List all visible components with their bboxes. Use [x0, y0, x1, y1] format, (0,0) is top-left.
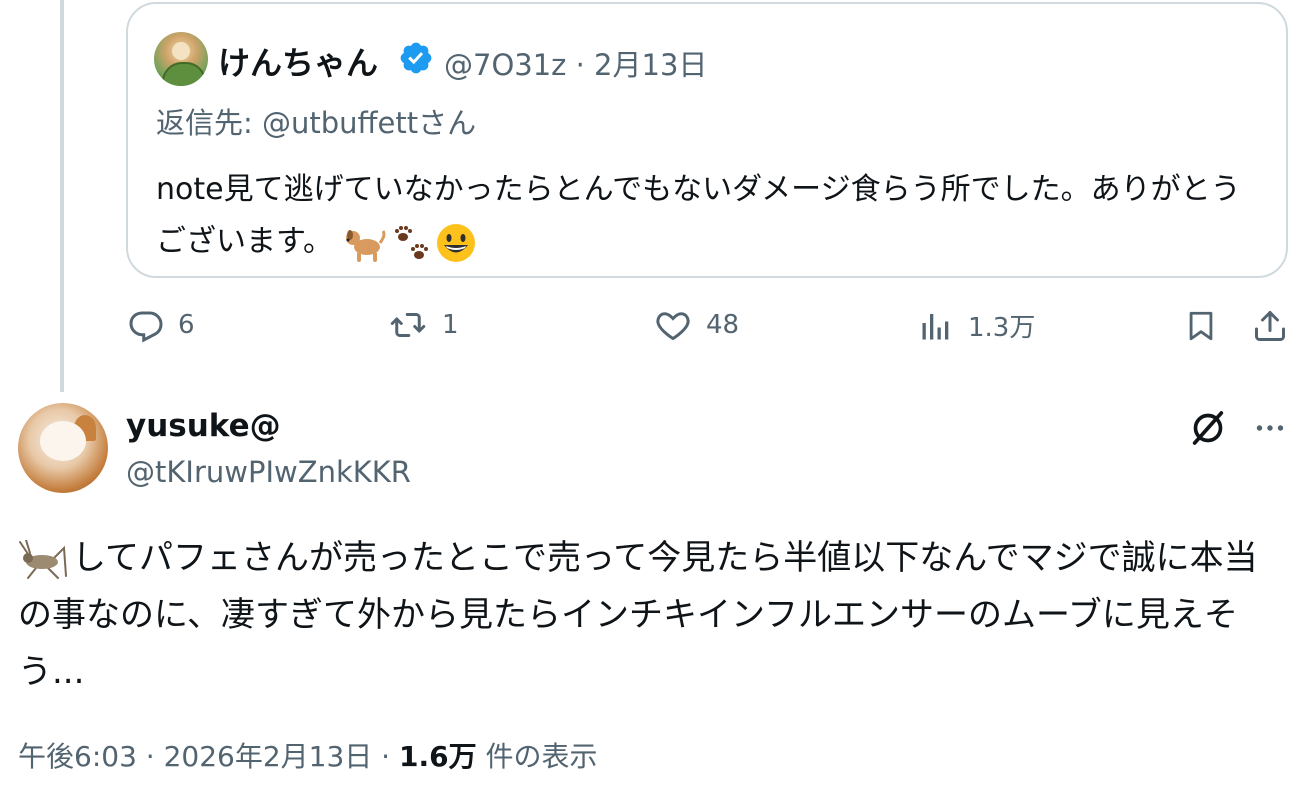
emoji-group — [343, 222, 477, 264]
verified-badge-icon — [400, 42, 432, 74]
views-count: 1.3万 — [968, 313, 1036, 343]
paw-prints-icon — [395, 225, 428, 259]
reply-to-label[interactable]: 返信先: @utbuffettさん — [156, 100, 476, 142]
dog-emoji-icon — [346, 229, 386, 262]
like-button[interactable]: 48 — [654, 307, 739, 343]
action-bar: 6 1 48 1.3万 — [0, 307, 1307, 353]
post-timestamp[interactable]: 午後6:03 · 2026年2月13日 · — [18, 740, 399, 773]
quoted-handle-date[interactable]: @7O31z · 2月13日 — [444, 42, 707, 84]
reply-icon — [129, 311, 163, 343]
post-meta: 午後6:03 · 2026年2月13日 · 1.6万 件の表示 — [18, 735, 598, 775]
like-count: 48 — [706, 310, 740, 340]
author-handle[interactable]: @tKIruwPIwZnkKKR — [126, 455, 411, 489]
quoted-author-name[interactable]: けんちゃん — [218, 38, 378, 84]
bookmark-icon — [1189, 311, 1213, 341]
views-button[interactable]: 1.3万 — [918, 307, 1035, 344]
cricket-emoji-icon — [19, 539, 67, 579]
quoted-author-avatar[interactable] — [154, 32, 208, 86]
post-text: してパフェさんが売ったとこで売って今見たら半値以下なんでマジで誠に本当の事なのに… — [18, 530, 1288, 701]
smiling-face-icon — [437, 223, 475, 262]
share-icon — [1255, 311, 1285, 341]
reply-count: 6 — [178, 310, 195, 340]
reply-button[interactable]: 6 — [128, 307, 195, 343]
share-button[interactable] — [1252, 307, 1288, 345]
author-avatar[interactable] — [18, 403, 108, 493]
more-options-icon[interactable] — [1250, 410, 1290, 446]
quoted-post-text-body: note見て逃げていなかったらとんでもないダメージ食らう所でした。ありがとうござ… — [156, 172, 1241, 259]
heart-icon — [656, 312, 690, 341]
bookmark-button[interactable] — [1184, 307, 1218, 345]
repost-button[interactable]: 1 — [388, 307, 459, 343]
author-name[interactable]: yusuke@ — [126, 408, 281, 444]
post-views-label: 件の表示 — [476, 740, 598, 773]
quoted-post-text: note見て逃げていなかったらとんでもないダメージ食らう所でした。ありがとうござ… — [156, 164, 1256, 268]
analytics-icon — [922, 313, 949, 339]
repost-count: 1 — [442, 310, 459, 340]
quoted-post-card[interactable]: けんちゃん @7O31z · 2月13日 返信先: @utbuffettさん n… — [126, 2, 1288, 278]
grok-icon[interactable] — [1188, 408, 1228, 448]
post-text-body: してパフェさんが売ったとこで売って今見たら半値以下なんでマジで誠に本当の事なのに… — [18, 538, 1258, 692]
repost-icon — [390, 313, 426, 337]
post-views-count: 1.6万 — [398, 740, 477, 773]
